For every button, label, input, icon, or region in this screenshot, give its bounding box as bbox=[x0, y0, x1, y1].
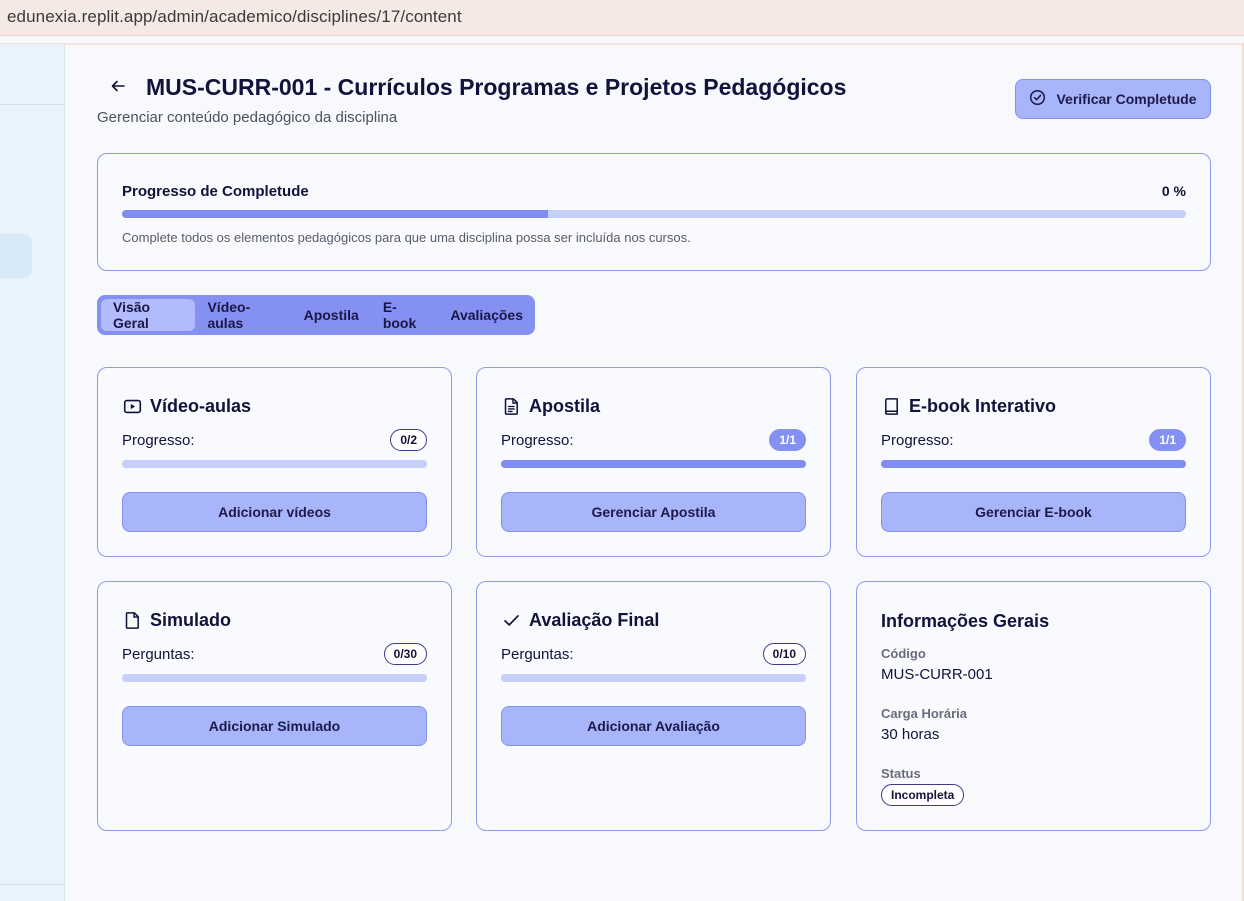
page-subtitle: Gerenciar conteúdo pedagógico da discipl… bbox=[97, 109, 398, 126]
book-icon bbox=[881, 397, 901, 417]
status-badge: Incompleta bbox=[881, 784, 965, 806]
ebook-card-header: E-book Interativo bbox=[881, 396, 1056, 417]
handout-progress-label: Progresso: bbox=[501, 432, 574, 449]
videos-card-header: Vídeo-aulas bbox=[122, 396, 251, 417]
sidebar-divider bbox=[0, 884, 64, 885]
final-assessment-progress-bar bbox=[501, 674, 806, 682]
tab-ebook[interactable]: E-book bbox=[371, 299, 439, 331]
code-value: MUS-CURR-001 bbox=[881, 666, 993, 683]
videos-progress-label: Progresso: bbox=[122, 432, 195, 449]
code-label: Código bbox=[881, 646, 926, 661]
tab-video-lessons[interactable]: Vídeo-aulas bbox=[195, 299, 291, 331]
mock-exam-progress-bar bbox=[122, 674, 427, 682]
video-icon bbox=[122, 397, 142, 417]
workload-value: 30 horas bbox=[881, 726, 940, 743]
file-icon bbox=[122, 611, 142, 631]
back-arrow-icon[interactable] bbox=[108, 76, 128, 96]
mock-exam-card: Simulado Perguntas: 0/30 Adicionar Simul… bbox=[97, 581, 452, 831]
general-info-card: Informações Gerais Código MUS-CURR-001 C… bbox=[856, 581, 1211, 831]
mock-exam-questions-label: Perguntas: bbox=[122, 646, 195, 663]
tab-assessments[interactable]: Avaliações bbox=[438, 299, 535, 331]
handout-card-header: Apostila bbox=[501, 396, 600, 417]
workload-label: Carga Horária bbox=[881, 706, 967, 721]
general-info-title: Informações Gerais bbox=[881, 611, 1050, 631]
browser-url-bar[interactable]: edunexia.replit.app/admin/academico/disc… bbox=[0, 0, 1244, 36]
verify-completeness-label: Verificar Completude bbox=[1056, 91, 1197, 107]
manage-ebook-button[interactable]: Gerenciar E-book bbox=[881, 492, 1186, 532]
handout-count-badge: 1/1 bbox=[769, 429, 806, 451]
content-tabs: Visão Geral Vídeo-aulas Apostila E-book … bbox=[97, 295, 535, 335]
verify-completeness-button[interactable]: Verificar Completude bbox=[1015, 79, 1211, 119]
progress-note: Complete todos os elementos pedagógicos … bbox=[122, 230, 691, 245]
final-assessment-card-title: Avaliação Final bbox=[529, 610, 660, 630]
add-assessment-button[interactable]: Adicionar Avaliação bbox=[501, 706, 806, 746]
ebook-count-badge: 1/1 bbox=[1149, 429, 1186, 451]
check-circle-icon bbox=[1029, 89, 1046, 109]
add-videos-button[interactable]: Adicionar vídeos bbox=[122, 492, 427, 532]
final-assessment-card-header: Avaliação Final bbox=[501, 610, 659, 631]
final-assessment-count-badge: 0/10 bbox=[762, 643, 806, 665]
manage-handout-button[interactable]: Gerenciar Apostila bbox=[501, 492, 806, 532]
ebook-progress-fill bbox=[881, 460, 1186, 468]
sidebar bbox=[0, 44, 65, 901]
tab-handout[interactable]: Apostila bbox=[292, 299, 371, 331]
mock-exam-card-title: Simulado bbox=[150, 610, 232, 630]
top-border bbox=[0, 43, 1244, 45]
ebook-card: E-book Interativo Progresso: 1/1 Gerenci… bbox=[856, 367, 1211, 557]
ebook-card-title: E-book Interativo bbox=[909, 396, 1057, 416]
handout-progress-bar bbox=[501, 460, 806, 468]
handout-card-title: Apostila bbox=[529, 396, 601, 416]
check-icon bbox=[501, 611, 521, 631]
videos-progress-bar bbox=[122, 460, 427, 468]
handout-progress-fill bbox=[501, 460, 806, 468]
ebook-progress-bar bbox=[881, 460, 1186, 468]
videos-card: Vídeo-aulas Progresso: 0/2 Adicionar víd… bbox=[97, 367, 452, 557]
final-assessment-questions-label: Perguntas: bbox=[501, 646, 574, 663]
sidebar-active-item[interactable] bbox=[0, 234, 32, 278]
completeness-progress-card: Progresso de Completude 0 % Complete tod… bbox=[97, 153, 1211, 271]
mock-exam-count-badge: 0/30 bbox=[383, 643, 427, 665]
progress-bar bbox=[122, 210, 1186, 218]
videos-card-title: Vídeo-aulas bbox=[150, 396, 252, 416]
handout-card: Apostila Progresso: 1/1 Gerenciar Aposti… bbox=[476, 367, 831, 557]
add-mock-exam-button[interactable]: Adicionar Simulado bbox=[122, 706, 427, 746]
status-label: Status bbox=[881, 766, 921, 781]
progress-bar-fill bbox=[122, 210, 548, 218]
tab-overview[interactable]: Visão Geral bbox=[101, 299, 196, 331]
url-text[interactable]: edunexia.replit.app/admin/academico/disc… bbox=[7, 7, 462, 27]
page-title: MUS-CURR-001 - Currículos Programas e Pr… bbox=[146, 74, 847, 100]
final-assessment-card: Avaliação Final Perguntas: 0/10 Adiciona… bbox=[476, 581, 831, 831]
videos-count-badge: 0/2 bbox=[390, 429, 427, 451]
progress-title: Progresso de Completude bbox=[122, 183, 309, 200]
ebook-progress-label: Progresso: bbox=[881, 432, 954, 449]
progress-percent: 0 % bbox=[1161, 183, 1186, 199]
sidebar-divider bbox=[0, 104, 64, 105]
document-text-icon bbox=[501, 397, 521, 417]
mock-exam-card-header: Simulado bbox=[122, 610, 231, 631]
